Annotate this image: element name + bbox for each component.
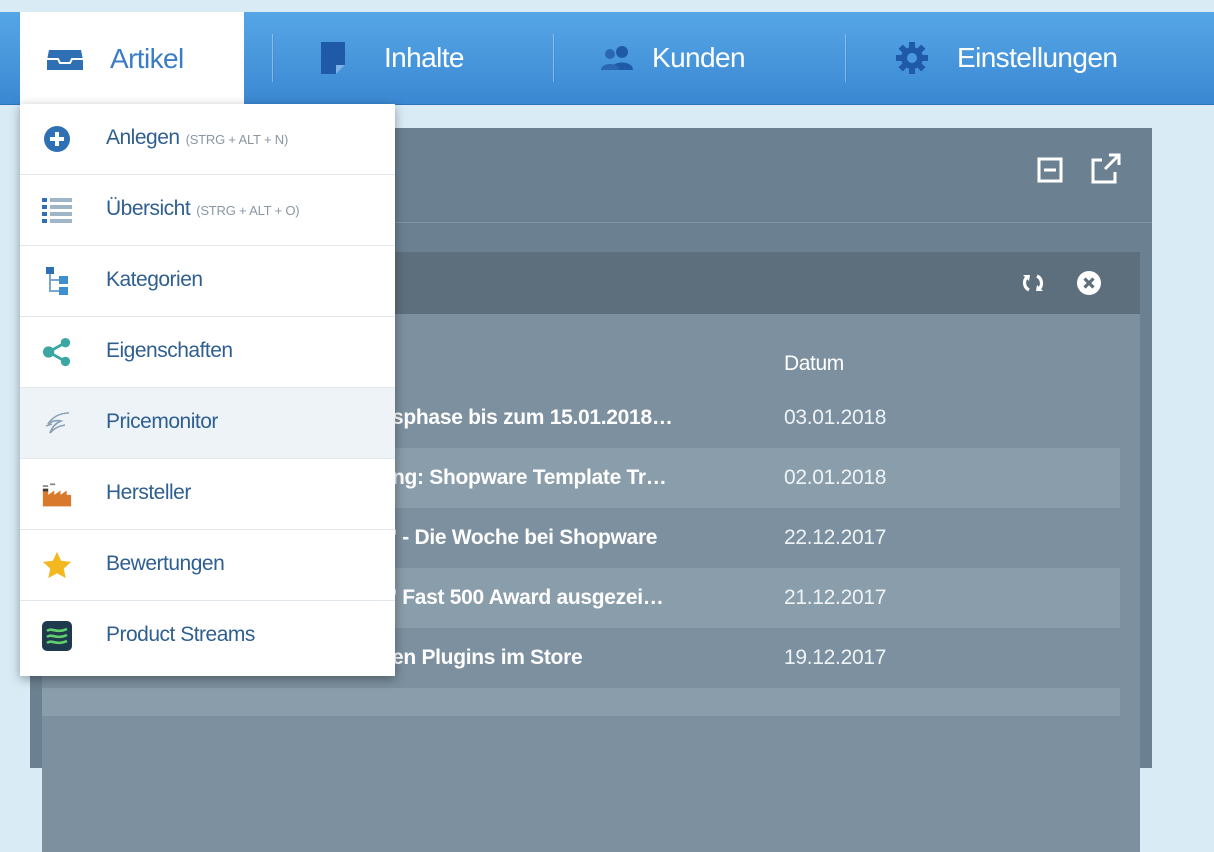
row-title: en Plugins im Store xyxy=(392,646,583,669)
minimize-icon[interactable] xyxy=(1036,156,1064,184)
menu-item-label: Kategorien xyxy=(106,268,203,291)
tab-artikel[interactable]: Artikel xyxy=(20,12,244,106)
nav-separator xyxy=(272,34,273,82)
row-title: ' - Die Woche bei Shopware xyxy=(392,526,658,549)
row-title: ng: Shopware Template Tr… xyxy=(392,466,667,489)
menu-item-label: Hersteller xyxy=(106,481,191,504)
tab-einstellungen[interactable]: Einstellungen xyxy=(895,12,1118,104)
menu-item-uebersicht[interactable]: Übersicht (STRG + ALT + O) xyxy=(20,175,395,246)
tab-einstellungen-label: Einstellungen xyxy=(957,42,1118,73)
menu-item-product-streams[interactable]: Product Streams xyxy=(20,601,395,672)
menu-item-shortcut: (STRG + ALT + O) xyxy=(196,203,300,218)
menu-item-label: Eigenschaften xyxy=(106,339,233,362)
refresh-icon[interactable] xyxy=(1020,270,1046,296)
menu-item-kategorien[interactable]: Kategorien xyxy=(20,246,395,317)
row-date: 02.01.2018 xyxy=(784,466,887,489)
gear-icon xyxy=(895,41,929,75)
menu-item-label: Übersicht xyxy=(106,197,191,220)
list-icon xyxy=(42,195,72,225)
menu-item-label: Anlegen xyxy=(106,126,180,149)
users-icon xyxy=(600,45,634,71)
plus-circle-icon xyxy=(42,124,72,154)
menu-item-shortcut: (STRG + ALT + N) xyxy=(185,132,289,147)
row-date: 03.01.2018 xyxy=(784,406,887,429)
main-navigation-bar: Artikel Inhalte Kunden Einstellungen xyxy=(0,12,1214,106)
tab-inhalte[interactable]: Inhalte xyxy=(320,12,464,104)
document-icon xyxy=(320,41,346,75)
menu-item-bewertungen[interactable]: Bewertungen xyxy=(20,530,395,601)
nav-separator xyxy=(845,34,846,82)
menu-item-label: Bewertungen xyxy=(106,552,225,575)
tab-inhalte-label: Inhalte xyxy=(384,42,464,73)
star-icon xyxy=(42,550,72,580)
menu-item-label: Pricemonitor xyxy=(106,410,218,433)
menu-item-eigenschaften[interactable]: Eigenschaften xyxy=(20,317,395,388)
row-date: 21.12.2017 xyxy=(784,586,887,609)
inbox-icon xyxy=(46,46,84,72)
tab-kunden-label: Kunden xyxy=(652,42,746,73)
factory-icon xyxy=(42,479,72,509)
menu-item-pricemonitor[interactable]: Pricemonitor xyxy=(20,388,395,459)
menu-item-label: Product Streams xyxy=(106,623,255,646)
tab-kunden[interactable]: Kunden xyxy=(600,12,746,104)
row-title: ' Fast 500 Award ausgezei… xyxy=(392,586,664,609)
nav-separator xyxy=(553,34,554,82)
menu-item-hersteller[interactable]: Hersteller xyxy=(20,459,395,530)
tab-artikel-label: Artikel xyxy=(110,43,184,74)
menu-item-anlegen[interactable]: Anlegen (STRG + ALT + N) xyxy=(20,104,395,175)
close-icon[interactable] xyxy=(1076,270,1102,296)
column-header-datum[interactable]: Datum xyxy=(784,352,844,376)
artikel-dropdown-menu: Anlegen (STRG + ALT + N) Übersicht (STRG +… xyxy=(20,104,395,676)
share-icon xyxy=(42,337,72,367)
table-row xyxy=(42,688,1120,716)
row-title: sphase bis zum 15.01.2018… xyxy=(392,406,673,429)
streams-icon xyxy=(42,621,72,651)
pricemonitor-icon xyxy=(42,408,72,438)
tree-icon xyxy=(42,266,72,296)
row-date: 22.12.2017 xyxy=(784,526,887,549)
row-date: 19.12.2017 xyxy=(784,646,887,669)
popout-icon[interactable] xyxy=(1088,152,1121,184)
